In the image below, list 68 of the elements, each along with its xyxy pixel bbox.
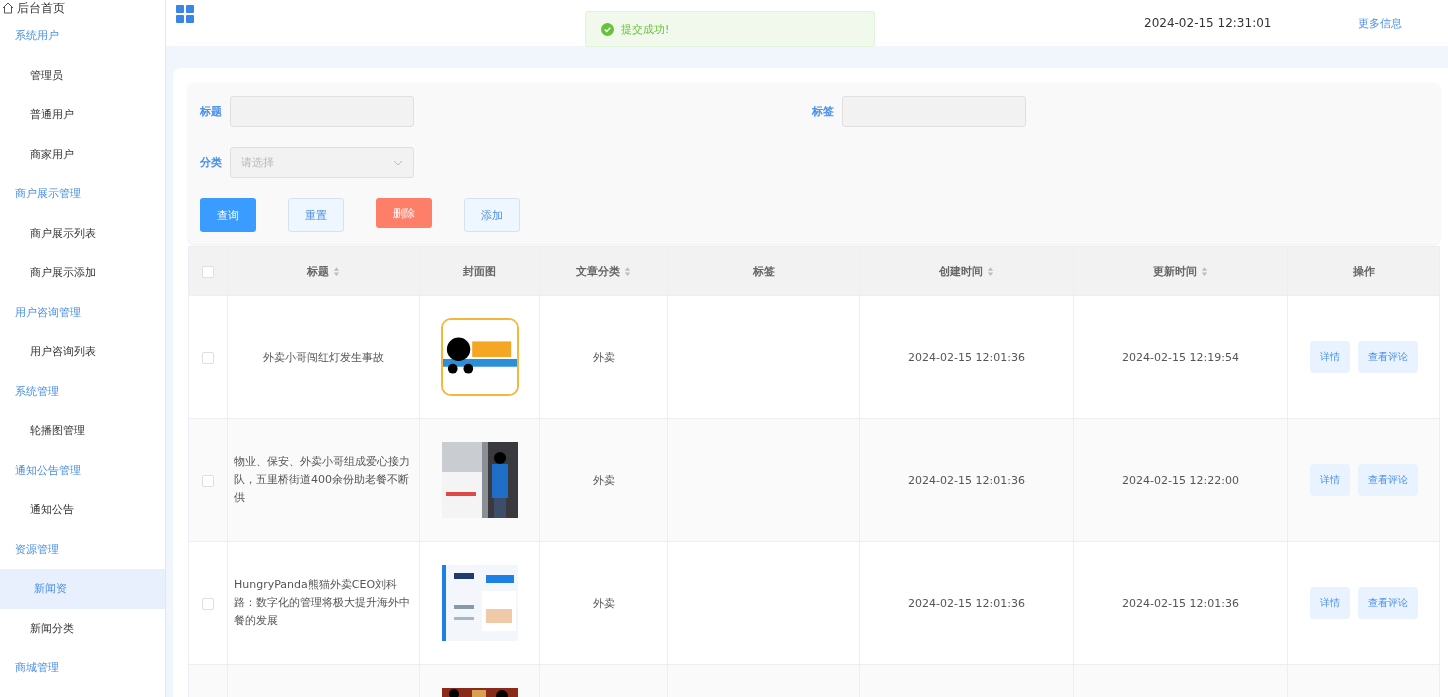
row-action-button[interactable]: 查看评论 <box>1357 587 1418 619</box>
table-cell: 外卖 <box>592 596 615 610</box>
field-label: 标签 <box>812 104 834 119</box>
row-checkbox[interactable] <box>202 351 214 364</box>
sidebar-group[interactable]: 用户咨询管理 <box>0 292 165 332</box>
row-action-button[interactable]: 详情 <box>1309 341 1350 373</box>
table-cell: HungryPanda熊猫外卖CEO刘科路：数字化的管理将极大提升海外中餐的发展 <box>234 577 410 628</box>
field-label: 分类 <box>200 155 222 170</box>
column-header[interactable]: 标题 <box>307 264 329 278</box>
column-header[interactable]: 封面图 <box>463 264 496 278</box>
row-action-button[interactable]: 详情 <box>1309 587 1350 619</box>
sidebar-item[interactable]: 商户展示添加 <box>0 253 165 293</box>
chevron-down-icon <box>393 159 403 166</box>
sort-icon[interactable] <box>333 266 340 277</box>
sidebar-item[interactable]: 普通用户 <box>0 95 165 135</box>
row-action-button[interactable]: 查看评论 <box>1357 341 1418 373</box>
table-cell: 外卖 <box>592 473 615 487</box>
sidebar-item[interactable]: 商户展示列表 <box>0 213 165 253</box>
home-icon <box>2 2 14 14</box>
sidebar-group[interactable]: 商城管理 <box>0 648 165 688</box>
check-circle-icon <box>601 22 614 36</box>
row-action-button[interactable]: 查看评论 <box>1357 464 1418 496</box>
sort-icon[interactable] <box>624 266 631 277</box>
sidebar-group[interactable]: 通知公告管理 <box>0 450 165 490</box>
grid-icon[interactable] <box>176 5 194 23</box>
sidebar-item[interactable]: 商家用户 <box>0 134 165 174</box>
sidebar-item[interactable]: 轮播图管理 <box>0 411 165 451</box>
table-cell: 2024-02-15 12:22:00 <box>1122 473 1239 487</box>
action-button[interactable]: 查询 <box>200 198 256 232</box>
table-cell: 外卖小哥闯红灯发生事故 <box>263 350 384 364</box>
datetime-text: 2024-02-15 12:31:01 <box>1144 16 1273 30</box>
field-label: 标题 <box>200 104 222 119</box>
sidebar-group[interactable]: 系统管理 <box>0 371 165 411</box>
column-header[interactable]: 创建时间 <box>939 264 983 278</box>
sidebar-item[interactable]: 后台首页 <box>0 0 165 16</box>
column-header[interactable]: 文章分类 <box>576 264 620 278</box>
column-header[interactable]: 标签 <box>752 264 775 278</box>
column-header[interactable]: 更新时间 <box>1153 264 1197 278</box>
table-cell: 2024-02-15 12:19:54 <box>1122 350 1239 364</box>
sidebar-item[interactable]: 新闻分类 <box>0 608 165 648</box>
title-input[interactable] <box>230 96 414 127</box>
action-button[interactable]: 添加 <box>464 198 520 232</box>
table-cell: 2024-02-15 12:01:36 <box>1122 596 1239 610</box>
sidebar-group[interactable]: 资源管理 <box>0 529 165 569</box>
more-info-link[interactable]: 更多信息 <box>1358 15 1402 31</box>
select-all-checkbox[interactable] <box>202 265 214 278</box>
table-cell: 外卖 <box>592 350 615 364</box>
tag-input[interactable] <box>842 96 1026 127</box>
row-checkbox[interactable] <box>202 597 214 610</box>
sort-icon[interactable] <box>1201 266 1208 277</box>
row-checkbox[interactable] <box>202 474 214 487</box>
sidebar-group[interactable]: 系统用户 <box>0 16 165 56</box>
toast-message: 提交成功! <box>621 21 670 37</box>
sidebar-item[interactable]: 用户咨询列表 <box>0 332 165 372</box>
table-cell: 2024-02-15 12:01:36 <box>908 596 1025 610</box>
action-button[interactable]: 重置 <box>288 198 344 232</box>
table-cell: 2024-02-15 12:01:36 <box>908 350 1025 364</box>
sidebar-group[interactable]: 商户展示管理 <box>0 174 165 214</box>
row-action-button[interactable]: 详情 <box>1309 464 1350 496</box>
column-header[interactable]: 操作 <box>1352 264 1375 278</box>
sidebar-item[interactable]: 新闻资 <box>0 569 165 609</box>
table-cell: 物业、保安、外卖小哥组成爱心接力队，五里桥街道400余份助老餐不断供 <box>234 454 410 505</box>
sidebar-item[interactable]: 通知公告 <box>0 490 165 530</box>
home-label: 后台首页 <box>17 0 65 17</box>
table-cell: 2024-02-15 12:01:36 <box>908 473 1025 487</box>
sort-icon[interactable] <box>987 266 994 277</box>
action-button[interactable]: 删除 <box>376 198 432 228</box>
sidebar-item[interactable]: 管理员 <box>0 55 165 95</box>
